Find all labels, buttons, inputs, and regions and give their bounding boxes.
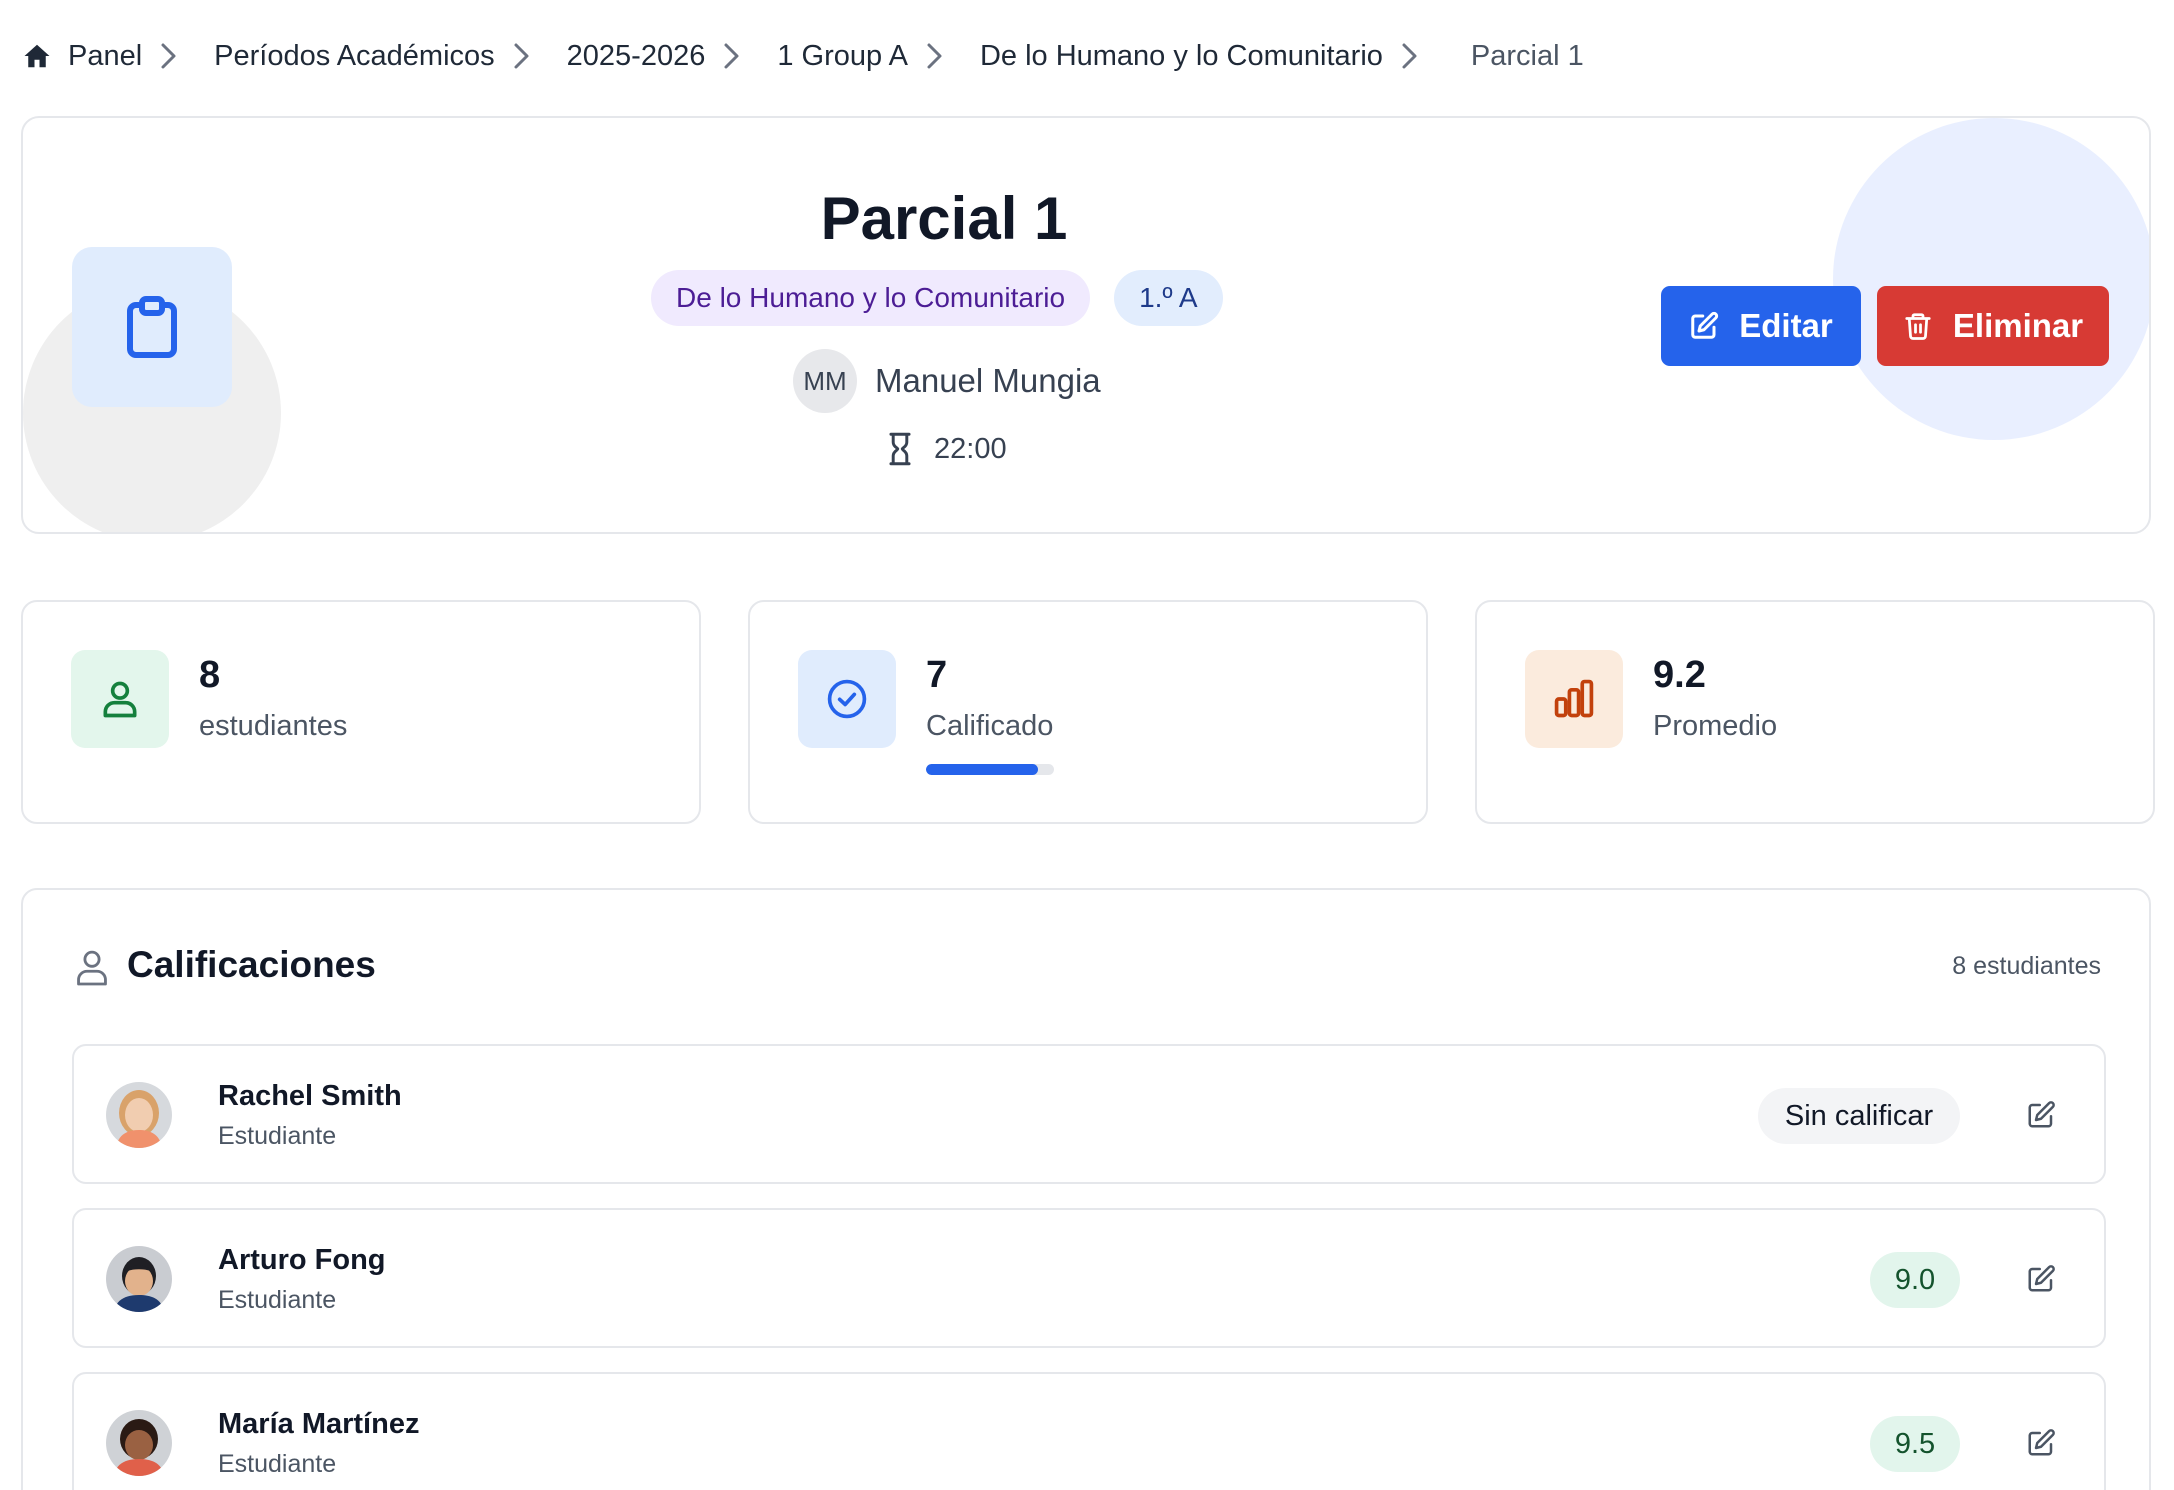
stat-card-graded: 7 Calificado [748,600,1428,824]
edit-icon[interactable] [2026,1100,2056,1130]
student-photo [106,1246,172,1312]
grades-section: Calificaciones 8 estudiantes Rachel Smit… [21,888,2151,1490]
stat-card-average: 9.2 Promedio [1475,600,2155,824]
average-value: 9.2 [1653,654,1706,696]
student-role: Estudiante [218,1450,337,1478]
user-icon [103,681,137,718]
chevron-right-icon [1402,43,1417,69]
breadcrumb-item-group[interactable]: 1 Group A [777,40,908,73]
student-name: Arturo Fong [218,1244,386,1276]
graded-icon-tile [798,650,896,748]
avatar [106,1246,172,1312]
breadcrumb-item-subject[interactable]: De lo Humano y lo Comunitario [980,40,1383,73]
table-row[interactable]: Arturo Fong Estudiante 9.0 [72,1208,2106,1348]
grade-badge: Sin calificar [1758,1088,1960,1144]
student-photo [106,1410,172,1476]
breadcrumb-item-panel[interactable]: Panel [22,40,142,73]
trash-icon [1905,313,1931,340]
student-role: Estudiante [218,1122,337,1150]
table-row[interactable]: Rachel Smith Estudiante Sin calificar [72,1044,2106,1184]
grades-title: Calificaciones [127,944,376,985]
breadcrumb-label: Panel [68,39,143,72]
edit-icon[interactable] [2026,1428,2056,1458]
teacher-avatar: MM [793,349,857,413]
grades-student-count: 8 estudiantes [1952,952,2101,980]
grade-badge: 9.5 [1870,1416,1960,1472]
chevron-right-icon [927,43,942,69]
edit-icon[interactable] [2026,1264,2056,1294]
teacher-info: MM Manuel Mungia [793,349,1101,413]
avatar [106,1410,172,1476]
time-info: 22:00 [886,432,1007,466]
students-count: 8 [199,654,221,696]
bar-chart-icon [1554,679,1594,718]
breadcrumb-item-periods[interactable]: Períodos Académicos [214,40,494,73]
delete-button-label: Eliminar [1952,307,2084,344]
avatar [106,1082,172,1148]
chevron-right-icon [724,43,739,69]
student-role: Estudiante [218,1286,337,1314]
average-label: Promedio [1653,710,1778,742]
stat-card-students: 8 estudiantes [21,600,701,824]
assessment-icon-tile [72,247,232,407]
group-tag: 1.º A [1114,270,1223,326]
page-title: Parcial 1 [820,185,1068,252]
chevron-right-icon [161,43,176,69]
hourglass-icon [889,432,911,466]
teacher-name: Manuel Mungia [875,362,1101,399]
check-circle-icon [827,679,867,719]
student-name: María Martínez [218,1408,420,1440]
clipboard-icon [127,296,177,358]
delete-button[interactable]: Eliminar [1877,286,2109,366]
student-name: Rachel Smith [218,1080,402,1112]
breadcrumb-current: Parcial 1 [1470,39,1584,72]
user-icon [77,950,107,986]
chevron-right-icon [514,43,529,69]
graded-progress-fill [926,764,1038,775]
subject-tag: De lo Humano y lo Comunitario [651,270,1091,326]
table-row[interactable]: María Martínez Estudiante 9.5 [72,1372,2106,1490]
breadcrumb: Panel Períodos Académicos 2025-2026 1 Gr… [22,30,1584,82]
edit-button-label: Editar [1739,307,1833,344]
home-icon [24,44,50,68]
students-icon-tile [71,650,169,748]
time-value: 22:00 [934,432,1007,465]
graded-label: Calificado [926,710,1054,742]
breadcrumb-item-year[interactable]: 2025-2026 [567,40,706,73]
edit-button[interactable]: Editar [1661,286,1861,366]
student-photo [106,1082,172,1148]
grade-badge: 9.0 [1870,1252,1960,1308]
tag-list: De lo Humano y lo Comunitario 1.º A [651,270,1223,326]
average-icon-tile [1525,650,1623,748]
graded-progress-bar [926,764,1054,775]
decorative-circle [1833,118,2149,440]
graded-count: 7 [926,654,948,696]
edit-icon [1691,311,1719,339]
assessment-header-card: Parcial 1 De lo Humano y lo Comunitario … [21,116,2151,534]
students-label: estudiantes [199,710,348,742]
